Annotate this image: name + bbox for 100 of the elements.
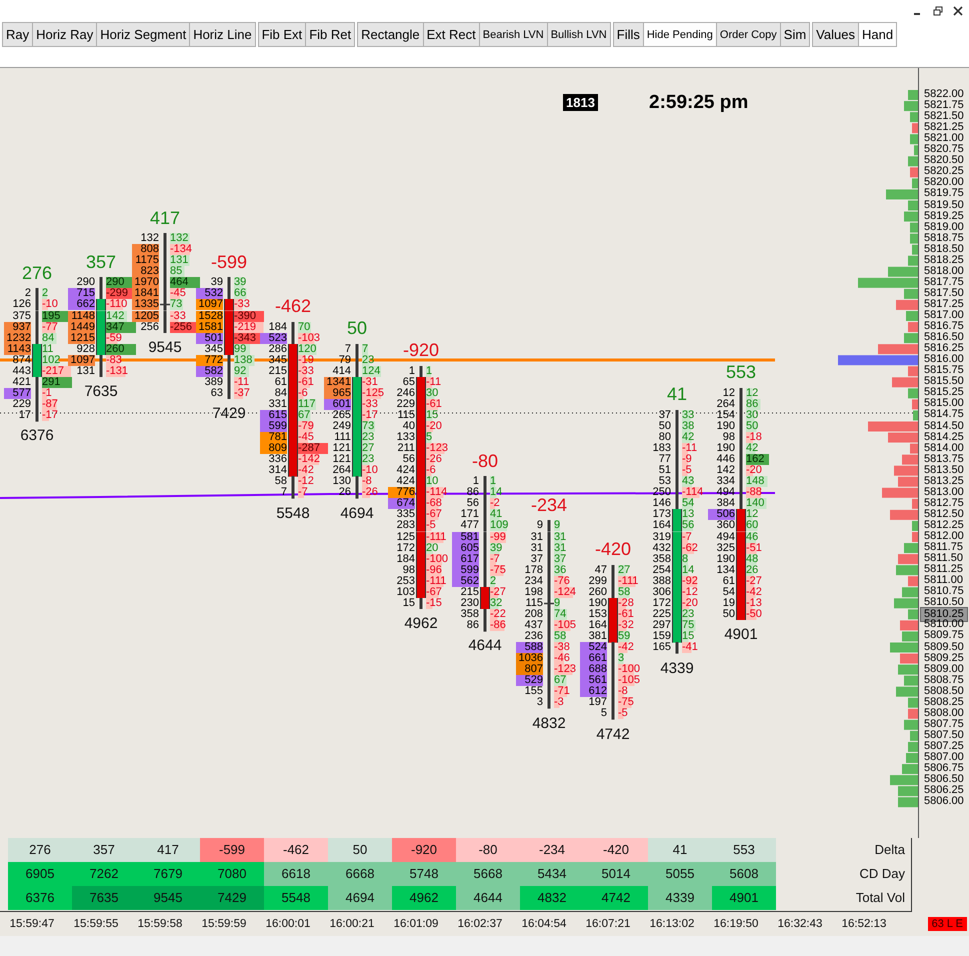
table-cell: -599 [200, 838, 264, 862]
toolbar-button[interactable]: Fib Ret [305, 22, 356, 47]
delta-cell: 291 [42, 376, 72, 388]
toolbar-button[interactable]: Fib Ext [258, 22, 306, 47]
toolbar-button[interactable]: Sim [780, 22, 810, 47]
price-label: 5815.50 [924, 375, 964, 388]
volume-cell: 781 [260, 432, 287, 444]
volume-cell-text: 190 [588, 598, 607, 609]
volume-cell-text: 225 [652, 608, 671, 620]
table-cell: 4694 [328, 886, 392, 910]
volume-cell-text: 345 [204, 344, 223, 355]
volume-cell-text: 171 [460, 509, 479, 520]
row-label: Delta [874, 841, 905, 859]
time-label: 15:59:55 [72, 918, 120, 930]
volume-cell-text: 424 [396, 476, 415, 488]
volume-cell-text: 98 [402, 564, 415, 576]
volume-cell-text: 132 [140, 233, 159, 244]
price-label: 5809.00 [924, 662, 964, 675]
price-label: 5822.00 [924, 88, 964, 100]
volume-cell-text: 234 [524, 576, 543, 587]
toolbar-button[interactable]: Bearish LVN [478, 22, 548, 47]
bar-volume-label: 4901 [723, 626, 759, 644]
volume-cell-text: 164 [588, 620, 607, 631]
bar-delta-label: -420 [594, 539, 632, 560]
toolbar-button[interactable]: Hand [858, 22, 898, 47]
volume-cell-text: 358 [652, 554, 671, 565]
volume-cell-text: 80 [658, 432, 671, 444]
volume-cell: 937 [4, 322, 31, 333]
price-label: 5819.25 [924, 210, 964, 222]
bar-volume-label: 4694 [339, 504, 375, 522]
price-label: 5813.75 [924, 452, 964, 465]
price-label: 5807.50 [924, 728, 964, 741]
price-label: 5806.50 [924, 773, 964, 786]
price-label: 5820.25 [924, 165, 964, 178]
volume-cell-text: 115 [396, 410, 415, 421]
volume-cell: 561 [580, 675, 607, 686]
volume-cell-text: 874 [12, 354, 31, 366]
volume-cell-text: 1 [408, 366, 415, 377]
volume-cell: 1970 [132, 277, 159, 288]
volume-cell: 562 [452, 576, 479, 587]
table-cell: 553 [712, 838, 776, 862]
volume-cell: 1097 [196, 299, 223, 310]
toolbar-button[interactable]: Hide Pending [642, 22, 717, 47]
volume-cell-text: 249 [332, 421, 351, 432]
price-label: 5818.75 [924, 232, 964, 244]
volume-cell-text: 437 [524, 620, 543, 631]
table-cell: 7262 [72, 862, 136, 886]
price-label: 5811.75 [924, 541, 963, 554]
bar-delta-label: 276 [20, 262, 54, 284]
table-cell: 5668 [456, 862, 520, 886]
close-icon[interactable] [953, 6, 963, 16]
toolbar-button[interactable]: Ext Rect [422, 22, 480, 47]
volume-cell-text: 388 [652, 576, 671, 587]
volume-cell: 599 [260, 421, 287, 432]
volume-cell-text: 325 [716, 542, 735, 554]
volume-cell: 1341 [324, 376, 351, 388]
volume-cell: 1205 [132, 310, 159, 322]
volume-cell-text: 256 [140, 322, 159, 333]
price-label: 5806.00 [924, 795, 964, 808]
toolbar-button[interactable]: Ray [2, 22, 34, 47]
volume-cell-text: 183 [652, 443, 671, 454]
volume-cell-text: 246 [396, 388, 415, 399]
volume-cell: 581 [452, 532, 479, 542]
volume-cell-text: 47 [594, 564, 607, 576]
toolbar-button[interactable]: Horiz Line [189, 22, 256, 47]
time-label: 15:59:47 [8, 918, 56, 930]
toolbar-button[interactable]: Fills [612, 22, 644, 47]
toolbar-button[interactable]: Horiz Ray [32, 22, 98, 47]
table-cell: 4832 [520, 886, 584, 910]
volume-cell-text: 133 [396, 432, 415, 444]
volume-cell-text: 50 [658, 421, 671, 432]
delta-cell: -219 [234, 322, 264, 333]
table-cell: 357 [72, 838, 136, 862]
volume-cell: 524 [580, 642, 607, 653]
bar-volume-label: 4962 [403, 615, 439, 632]
toolbar-button[interactable]: Rectangle [357, 22, 424, 47]
price-label: 5821.75 [924, 99, 964, 112]
volume-cell: 823 [132, 266, 159, 278]
time-label: 16:52:13 [840, 918, 888, 930]
volume-cell: 1148 [68, 310, 95, 322]
row-label: Total Vol [856, 889, 905, 907]
time-label: 16:19:50 [712, 918, 760, 930]
bar-volume-label: 7635 [83, 383, 119, 400]
volume-cell-text: 314 [268, 465, 287, 476]
volume-cell-text: 61 [722, 576, 735, 587]
volume-cell-text: 126 [12, 299, 31, 310]
table-cell: 6618 [264, 862, 328, 886]
toolbar-button[interactable]: Order Copy [716, 22, 781, 47]
table-cell: 5748 [392, 862, 456, 886]
volume-cell-text: 103 [396, 586, 415, 598]
toolbar-button[interactable]: Values [812, 22, 859, 47]
table-cell: 6905 [8, 862, 72, 886]
toolbar-button[interactable]: Horiz Segment [96, 22, 190, 47]
volume-cell-text: 65 [402, 376, 415, 388]
volume-cell: 577 [4, 388, 31, 399]
price-label: 5812.75 [924, 496, 964, 509]
volume-cell-text: 159 [652, 630, 671, 642]
toolbar-button[interactable]: Bullish LVN [546, 22, 611, 47]
volume-cell-text: 9 [536, 520, 543, 532]
restore-icon[interactable] [933, 6, 943, 16]
